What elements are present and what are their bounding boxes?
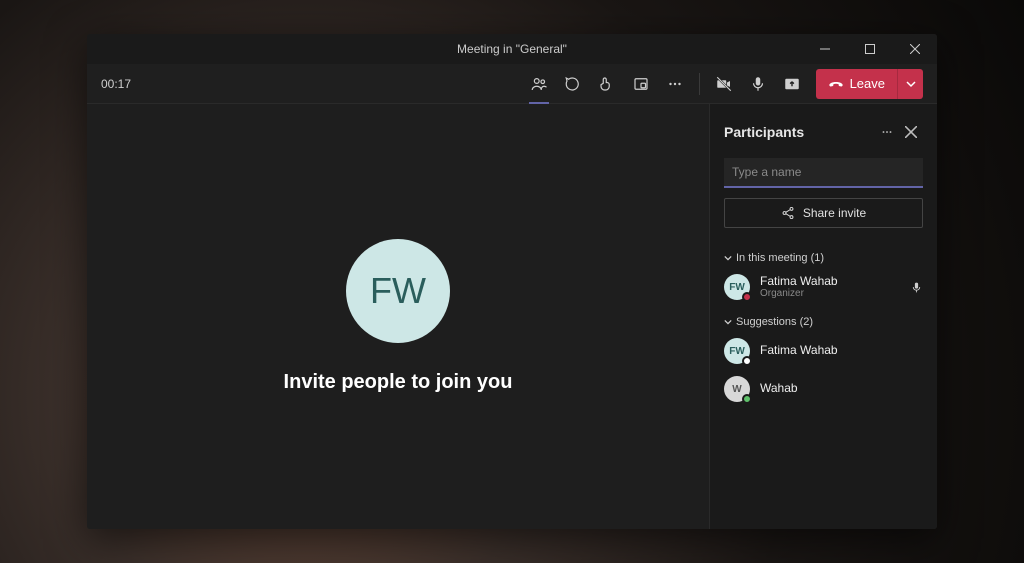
panel-title: Participants	[724, 124, 875, 140]
meeting-toolbar: 00:17	[87, 64, 937, 104]
share-invite-label: Share invite	[803, 206, 866, 220]
chat-toggle[interactable]	[557, 68, 589, 100]
leave-label: Leave	[850, 76, 885, 91]
share-invite-button[interactable]: Share invite	[724, 198, 923, 228]
invite-name-input[interactable]	[724, 158, 923, 188]
suggestion-row[interactable]: W Wahab	[724, 374, 923, 404]
camera-toggle[interactable]	[708, 68, 740, 100]
invite-message: Invite people to join you	[284, 371, 513, 394]
status-badge	[742, 356, 752, 366]
window-controls	[802, 34, 937, 64]
minimize-button[interactable]	[802, 34, 847, 64]
maximize-button[interactable]	[847, 34, 892, 64]
panel-close-button[interactable]	[899, 120, 923, 144]
share-screen-button[interactable]	[776, 68, 808, 100]
window-title: Meeting in "General"	[457, 42, 567, 56]
mic-status-icon	[910, 281, 923, 294]
section-suggestions-header[interactable]: Suggestions (2)	[724, 316, 923, 328]
participant-name: Fatima Wahab	[760, 275, 838, 288]
avatar: W	[724, 376, 750, 402]
avatar: FW	[724, 274, 750, 300]
leave-button[interactable]: Leave	[816, 69, 923, 99]
section-in-meeting-header[interactable]: In this meeting (1)	[724, 252, 923, 264]
meeting-body: FW Invite people to join you Participant…	[87, 104, 937, 529]
meeting-timer: 00:17	[101, 77, 131, 91]
participant-role: Organizer	[760, 288, 838, 299]
panel-more-button[interactable]	[875, 120, 899, 144]
main-stage: FW Invite people to join you	[87, 104, 709, 529]
caret-down-icon	[724, 254, 732, 262]
status-badge	[742, 394, 752, 404]
share-icon	[781, 206, 795, 220]
hangup-icon	[828, 76, 844, 92]
leave-main[interactable]: Leave	[816, 69, 897, 99]
caret-down-icon	[724, 318, 732, 326]
participants-toggle[interactable]	[523, 68, 555, 100]
chevron-down-icon	[906, 79, 916, 89]
suggestion-row[interactable]: FW Fatima Wahab	[724, 336, 923, 366]
suggestion-name: Wahab	[760, 382, 798, 395]
rooms-toggle[interactable]	[625, 68, 657, 100]
participant-row[interactable]: FW Fatima Wahab Organizer	[724, 272, 923, 302]
mic-toggle[interactable]	[742, 68, 774, 100]
more-actions-button[interactable]	[659, 68, 691, 100]
reactions-toggle[interactable]	[591, 68, 623, 100]
avatar: FW	[724, 338, 750, 364]
section-suggestions-label: Suggestions (2)	[736, 316, 813, 328]
toolbar-divider	[699, 73, 700, 95]
meeting-window: Meeting in "General" 00:17	[87, 34, 937, 529]
leave-menu-caret[interactable]	[897, 69, 923, 99]
suggestion-name: Fatima Wahab	[760, 344, 838, 357]
in-meeting-list: FW Fatima Wahab Organizer	[724, 272, 923, 302]
avatar-initials: FW	[370, 270, 426, 312]
status-badge	[742, 292, 752, 302]
section-in-meeting-label: In this meeting (1)	[736, 252, 824, 264]
participants-panel: Participants Share invite In this meetin…	[709, 104, 937, 529]
close-button[interactable]	[892, 34, 937, 64]
suggestions-list: FW Fatima Wahab W Wahab	[724, 336, 923, 404]
titlebar: Meeting in "General"	[87, 34, 937, 64]
self-avatar: FW	[346, 239, 450, 343]
